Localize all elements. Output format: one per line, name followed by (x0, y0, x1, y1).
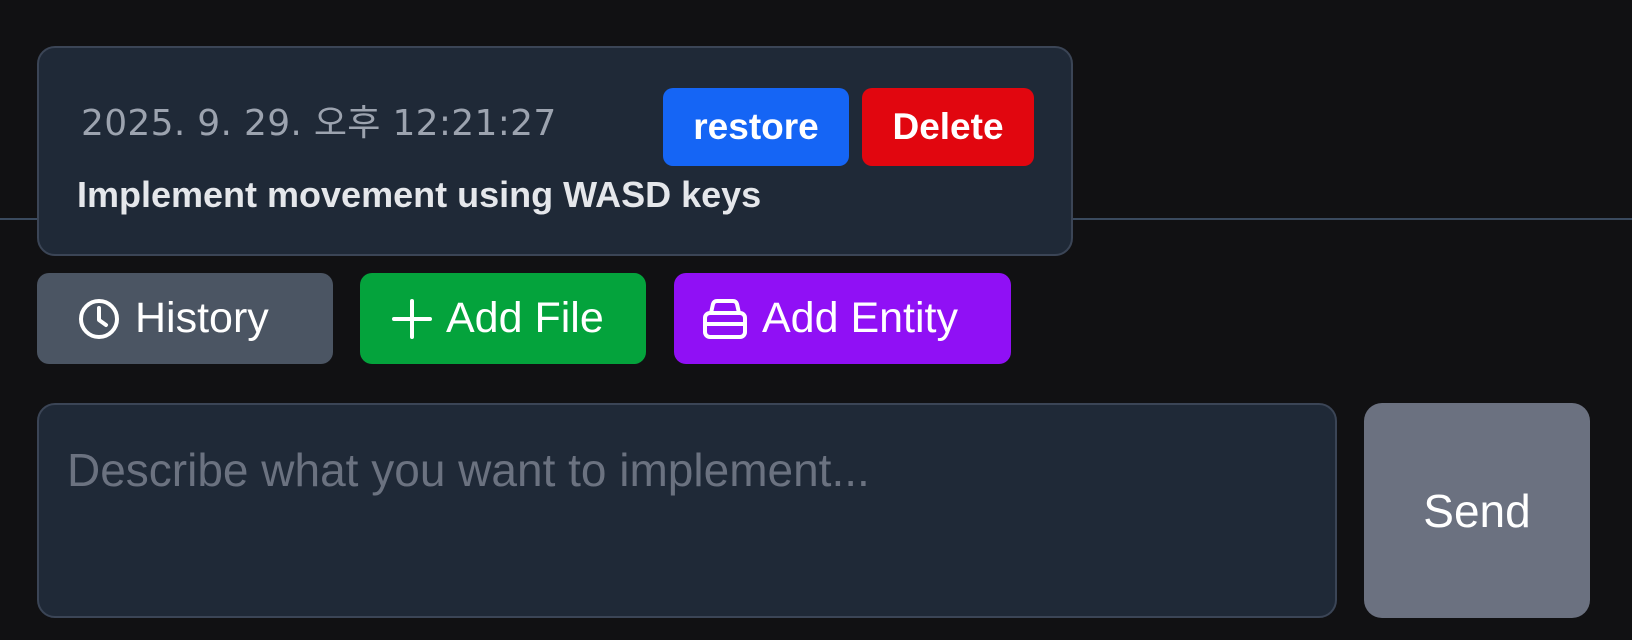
send-button[interactable]: Send (1364, 403, 1590, 618)
restore-button[interactable]: restore (663, 88, 849, 166)
box-icon (702, 297, 748, 341)
add-entity-button-label: Add Entity (762, 294, 958, 342)
history-entry-card: 2025. 9. 29. 오후 12:21:27 restore Delete … (37, 46, 1073, 256)
history-button[interactable]: History (37, 273, 333, 364)
history-entry-timestamp: 2025. 9. 29. 오후 12:21:27 (81, 103, 557, 144)
add-file-button-label: Add File (446, 294, 604, 342)
prompt-input[interactable] (37, 403, 1337, 618)
plus-icon (392, 298, 432, 339)
add-file-button[interactable]: Add File (360, 273, 646, 364)
clock-icon (77, 297, 121, 341)
add-entity-button[interactable]: Add Entity (674, 273, 1011, 364)
history-button-label: History (135, 294, 269, 342)
delete-button[interactable]: Delete (862, 88, 1034, 166)
history-entry-prompt: Implement movement using WASD keys (77, 174, 762, 215)
